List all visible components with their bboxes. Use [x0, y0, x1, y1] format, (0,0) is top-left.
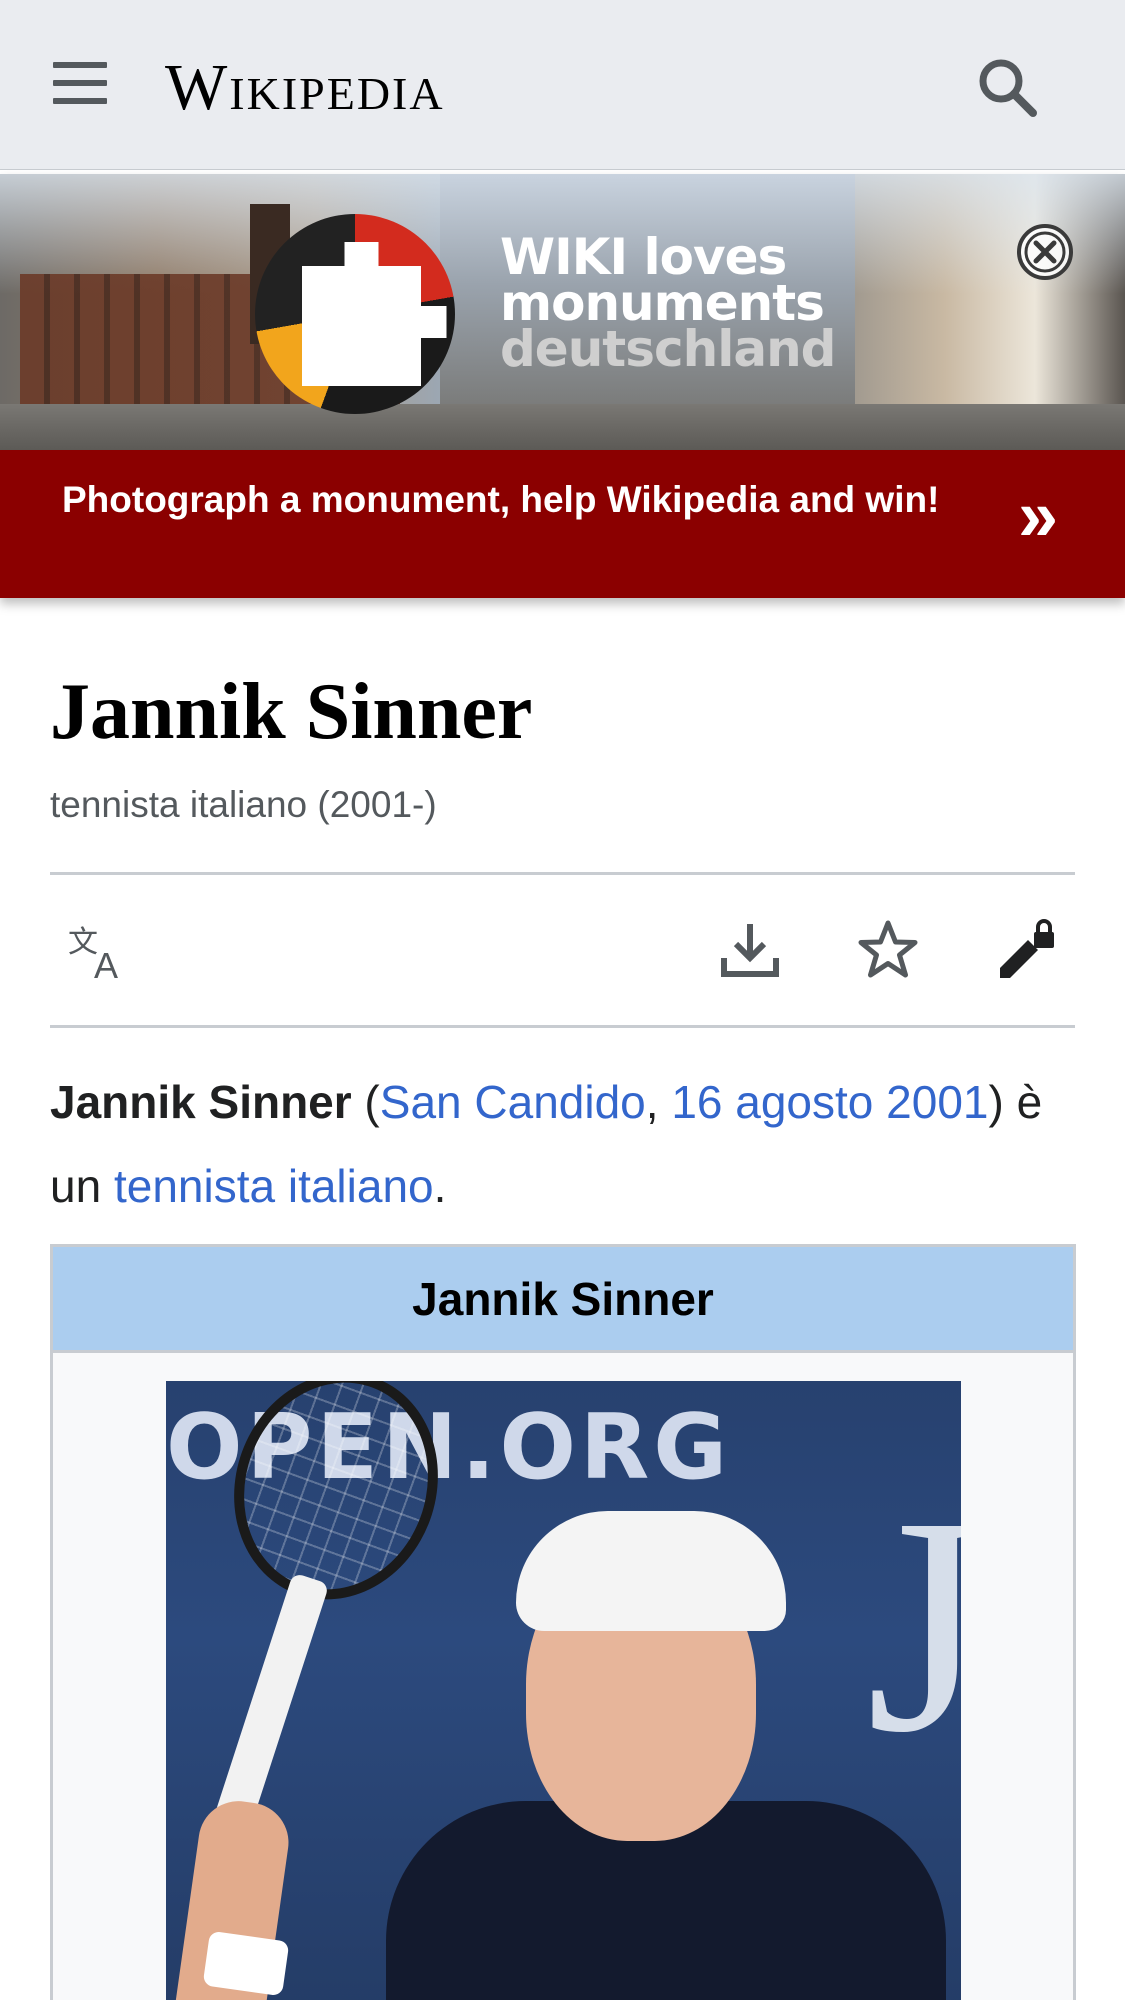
chevron-double-right-icon[interactable]: » [1018, 480, 1058, 552]
wikipedia-logo[interactable]: Wikipedia [165, 50, 445, 126]
divider [50, 1025, 1075, 1028]
close-circle-icon[interactable] [1015, 222, 1075, 282]
edit-locked-icon[interactable] [994, 918, 1058, 982]
lead-paragraph: Jannik Sinner (San Candido, 16 agosto 20… [50, 1076, 1043, 1212]
page-title: Jannik Sinner [50, 668, 533, 756]
hamburger-menu-icon[interactable] [50, 58, 110, 108]
banner-message[interactable]: Photograph a monument, help Wikipedia an… [62, 478, 962, 521]
banner-image: WIKI loves monuments deutschland [0, 174, 1125, 450]
link-san-candido[interactable]: San Candido [380, 1076, 646, 1128]
link-birthdate[interactable]: 16 agosto 2001 [671, 1076, 988, 1128]
svg-text:A: A [94, 945, 118, 982]
banner-message-strip[interactable]: Photograph a monument, help Wikipedia an… [0, 450, 1125, 598]
link-tennista-italiano[interactable]: tennista italiano [114, 1160, 434, 1212]
star-icon[interactable] [856, 918, 920, 982]
page-description: tennista italiano (2001-) [50, 784, 437, 825]
language-icon[interactable]: 文 A [66, 918, 130, 982]
top-header: Wikipedia [0, 0, 1125, 170]
banner-overlay-text: WIKI loves monuments deutschland [500, 228, 836, 378]
divider [50, 872, 1075, 875]
search-icon[interactable] [975, 55, 1039, 119]
article-subject: Jannik Sinner [50, 1076, 352, 1128]
campaign-banner[interactable]: WIKI loves monuments deutschland Photogr… [0, 174, 1125, 598]
infobox-image[interactable]: OPEN.ORG J [166, 1381, 961, 2000]
download-icon[interactable] [718, 918, 782, 982]
infobox: Jannik Sinner OPEN.ORG J [50, 1244, 1076, 2000]
infobox-title: Jannik Sinner [53, 1247, 1073, 1353]
